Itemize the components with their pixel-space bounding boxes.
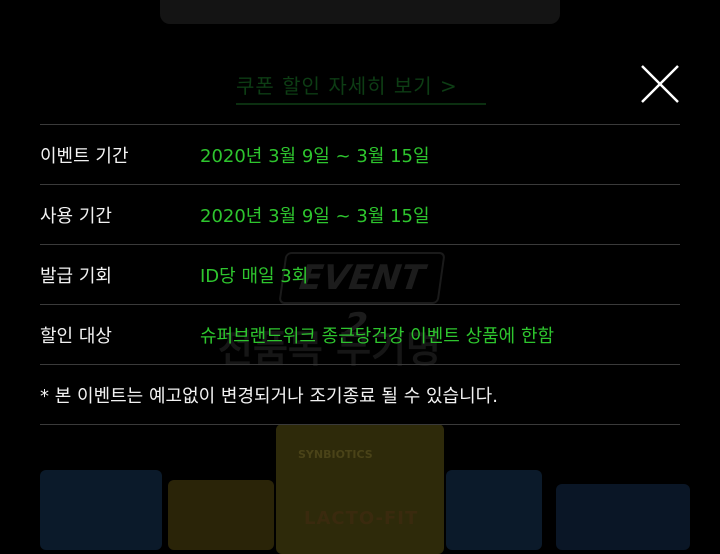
event-period-value: 2020년 3월 9일 ~ 3월 15일 <box>200 145 430 167</box>
event-period-label: 이벤트 기간 <box>40 145 129 167</box>
notice-text: * 본 이벤트는 예고없이 변경되거나 조기종료 될 수 있습니다. <box>40 385 498 407</box>
close-button[interactable] <box>640 64 680 104</box>
background-product-box <box>446 470 542 550</box>
issue-chance-label: 발급 기회 <box>40 265 112 287</box>
event-period-row: 이벤트 기간 2020년 3월 9일 ~ 3월 15일 <box>40 125 680 185</box>
background-product-brand: SYNBIOTICS <box>298 448 373 461</box>
discount-target-label: 할인 대상 <box>40 325 112 347</box>
background-product-box <box>40 470 162 550</box>
background-product-name: LACTO-FIT <box>304 508 419 529</box>
background-top-bar <box>160 0 560 24</box>
issue-chance-row: 발급 기회 ID당 매일 3회 <box>40 245 680 305</box>
close-icon <box>641 65 679 103</box>
discount-target-row: 할인 대상 슈퍼브랜드위크 종근당건강 이벤트 상품에 한함 <box>40 305 680 365</box>
notice-row: * 본 이벤트는 예고없이 변경되거나 조기종료 될 수 있습니다. <box>40 365 680 425</box>
usage-period-label: 사용 기간 <box>40 205 112 227</box>
background-coupon-link: 쿠폰 할인 자세히 보기 > <box>236 70 486 105</box>
usage-period-value: 2020년 3월 9일 ~ 3월 15일 <box>200 205 430 227</box>
background-product-box <box>556 484 690 550</box>
issue-chance-value: ID당 매일 3회 <box>200 265 309 287</box>
usage-period-row: 사용 기간 2020년 3월 9일 ~ 3월 15일 <box>40 185 680 245</box>
event-info-table: 이벤트 기간 2020년 3월 9일 ~ 3월 15일 사용 기간 2020년 … <box>40 124 680 425</box>
discount-target-value: 슈퍼브랜드위크 종근당건강 이벤트 상품에 한함 <box>200 325 555 347</box>
background-product-box <box>276 424 444 554</box>
